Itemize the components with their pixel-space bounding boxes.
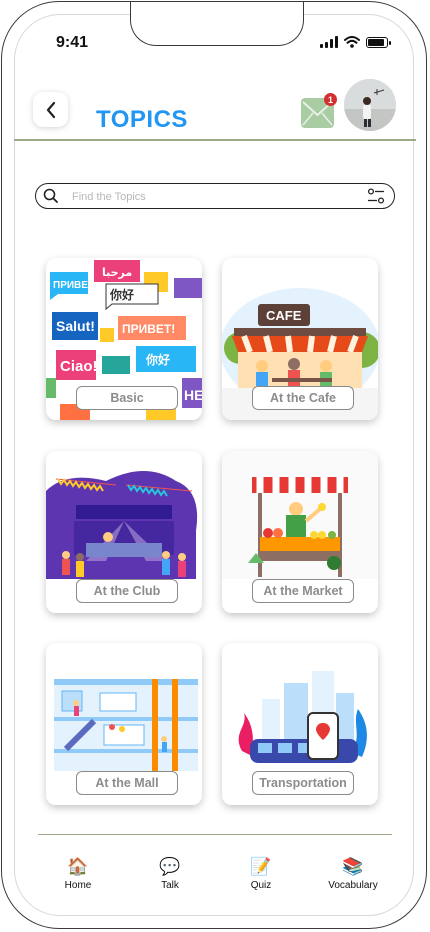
nav-quiz[interactable]: 📝 Quiz bbox=[221, 856, 301, 891]
speech-bubble-icon: 💬 bbox=[159, 857, 181, 876]
hello-chinese-text-1: 你好 bbox=[109, 287, 134, 302]
wifi-icon bbox=[344, 36, 360, 48]
nav-home-label: Home bbox=[64, 880, 92, 891]
topic-label: Basic bbox=[76, 386, 178, 410]
filter-icon[interactable] bbox=[366, 187, 386, 205]
notepad-icon: 📝 bbox=[250, 857, 272, 876]
hello-russian-text: ПРИВЕТ! bbox=[53, 280, 97, 291]
topic-card-market[interactable]: At the Market bbox=[222, 451, 378, 613]
profile-photo bbox=[344, 79, 396, 131]
topic-label: At the Cafe bbox=[252, 386, 354, 410]
signal-icon bbox=[320, 36, 338, 48]
notch bbox=[130, 2, 304, 46]
topic-card-cafe[interactable]: CAFE At the Cafe bbox=[222, 258, 378, 420]
avatar[interactable] bbox=[344, 79, 396, 131]
header-divider bbox=[14, 139, 416, 141]
nav-talk[interactable]: 💬 Talk bbox=[130, 856, 210, 891]
topic-label: At the Market bbox=[252, 579, 354, 603]
hello-russian-text-2: ПРИВЕТ! bbox=[122, 322, 175, 336]
back-button[interactable] bbox=[33, 92, 68, 127]
hello-chinese-text-2: 你好 bbox=[145, 352, 170, 367]
nav-quiz-label: Quiz bbox=[250, 880, 272, 891]
nav-vocabulary[interactable]: 📚 Vocabulary bbox=[313, 856, 393, 891]
hello-french-text: Salut! bbox=[56, 318, 95, 334]
hello-partial-text: HE bbox=[184, 387, 202, 403]
status-time: 9:41 bbox=[56, 34, 89, 51]
search-icon bbox=[43, 188, 58, 203]
nav-home[interactable]: 🏠 Home bbox=[38, 856, 118, 891]
bottom-nav-divider bbox=[38, 834, 392, 835]
books-icon: 📚 bbox=[342, 857, 364, 876]
topic-label: Transportation bbox=[252, 771, 354, 795]
topic-card-transportation[interactable]: Transportation bbox=[222, 643, 378, 805]
topic-card-mall[interactable]: At the Mall bbox=[46, 643, 202, 805]
mail-badge: 1 bbox=[324, 93, 337, 106]
topic-label: At the Mall bbox=[76, 771, 178, 795]
nav-vocabulary-label: Vocabulary bbox=[328, 880, 378, 891]
house-icon: 🏠 bbox=[67, 857, 89, 876]
battery-icon bbox=[366, 36, 391, 48]
topic-card-basic[interactable]: ПРИВЕТ! مرحبا 你好 Salut! ПРИВЕТ! Ciao! 你好… bbox=[46, 258, 202, 420]
chevron-left-icon bbox=[46, 101, 55, 118]
topic-label: At the Club bbox=[76, 579, 178, 603]
hello-arabic-text: مرحبا bbox=[102, 266, 132, 279]
search-bar[interactable] bbox=[35, 183, 395, 209]
page-title: TOPICS bbox=[96, 106, 188, 133]
topic-card-club[interactable]: At the Club bbox=[46, 451, 202, 613]
cafe-sign-text: CAFE bbox=[266, 308, 302, 323]
search-input[interactable] bbox=[70, 187, 354, 207]
status-icons bbox=[320, 36, 391, 48]
hello-italian-text: Ciao! bbox=[60, 358, 98, 375]
nav-talk-label: Talk bbox=[161, 880, 179, 891]
